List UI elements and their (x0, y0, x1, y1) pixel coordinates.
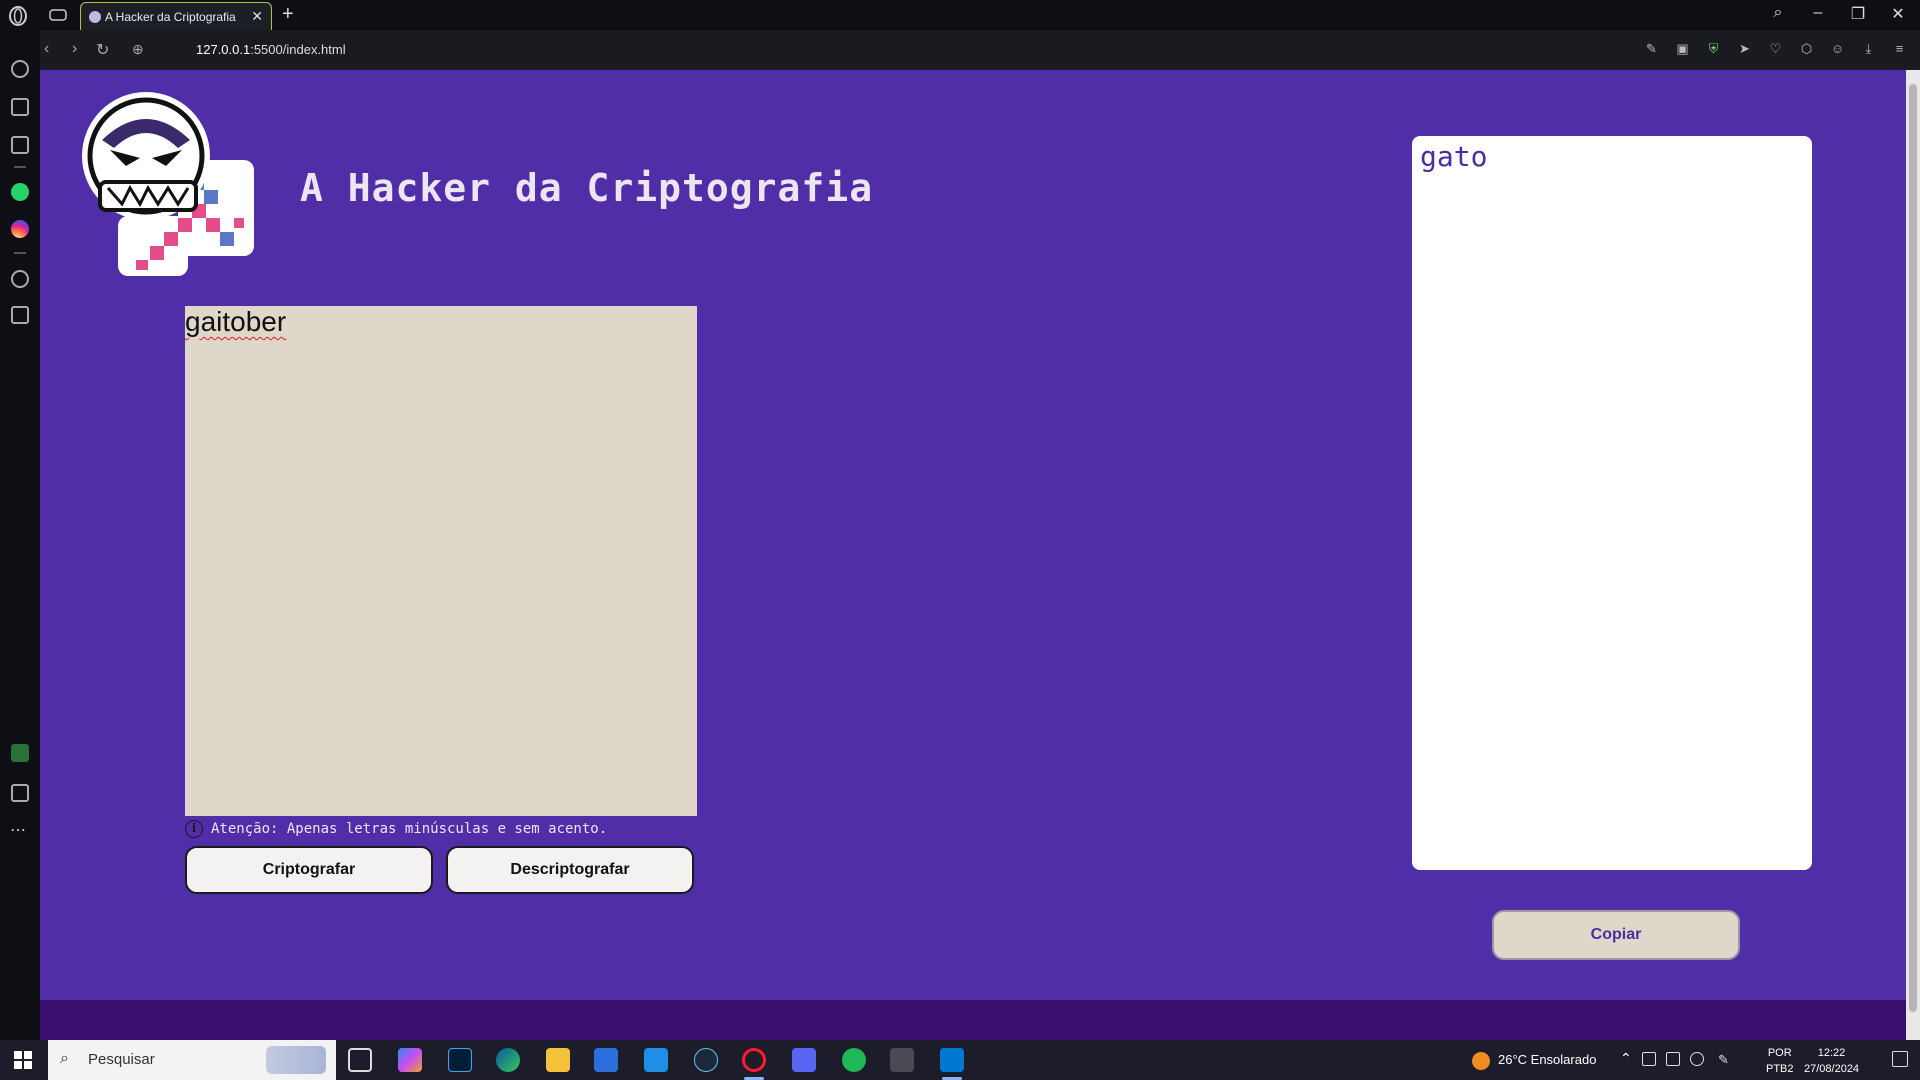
minimize-icon[interactable]: – (1810, 4, 1826, 24)
profile-icon[interactable]: ☺ (1829, 40, 1846, 57)
tab-close-icon[interactable]: ✕ (251, 8, 263, 25)
edit-icon[interactable]: ✎ (1643, 40, 1660, 57)
url-host: 127.0.0.1 (196, 42, 251, 57)
tab-favicon-icon (89, 11, 101, 23)
tab-islands-icon[interactable] (48, 6, 68, 24)
keyboard-layout: PTB2 (1766, 1063, 1794, 1075)
browser-tab-bar: A Hacker da Criptografia ✕ + ⌕ – ❐ ✕ (0, 0, 1920, 30)
opera-logo-icon[interactable] (8, 6, 28, 26)
message-textarea-value: gaitober (185, 306, 287, 337)
page-title: A Hacker da Criptografia (300, 166, 874, 210)
gallery-icon[interactable] (11, 784, 29, 802)
address-bar: ‹ › ↻ ⊕ 127.0.0.1:5500/index.html ✎ ▣ ⛨ … (40, 30, 1920, 70)
heart-icon[interactable]: ♡ (1767, 40, 1784, 57)
clock[interactable]: 12:22 27/08/2024 (1804, 1045, 1859, 1077)
browser-sidebar: ⋯ (0, 30, 40, 1040)
clock-time: 12:22 (1817, 1047, 1846, 1059)
back-icon[interactable]: ‹ (44, 40, 49, 58)
app-character-icon[interactable] (890, 1048, 914, 1072)
tray-chevron-icon[interactable]: ⌃ (1620, 1050, 1632, 1067)
file-explorer-icon[interactable] (546, 1048, 570, 1072)
restore-icon[interactable]: ❐ (1850, 4, 1866, 24)
active-tab[interactable]: A Hacker da Criptografia ✕ (80, 2, 272, 30)
system-tray: 26°C Ensolarado ⌃ ✎ POR PTB2 12:22 27/08… (1472, 1040, 1920, 1080)
weather-text[interactable]: 26°C Ensolarado (1498, 1052, 1596, 1067)
notifications-icon[interactable] (1892, 1051, 1908, 1067)
vpn-shield-icon[interactable]: ⛨ (1705, 40, 1722, 57)
output-panel: gato (1412, 136, 1812, 870)
vscode-icon[interactable] (940, 1048, 964, 1072)
more-dots-icon[interactable]: ⋯ (10, 820, 26, 840)
info-icon: i (185, 820, 203, 838)
camera-tray-icon[interactable] (1666, 1052, 1680, 1066)
volume-icon[interactable] (1690, 1052, 1704, 1066)
weather-sun-icon[interactable] (1472, 1052, 1490, 1070)
reload-icon[interactable]: ↻ (96, 40, 109, 60)
camera-icon[interactable]: ▣ (1674, 40, 1691, 57)
taskbar-search-placeholder: Pesquisar (88, 1051, 155, 1068)
send-icon[interactable]: ➤ (1736, 40, 1753, 57)
page-footer (40, 1000, 1906, 1040)
new-tab-plus-icon[interactable]: + (282, 3, 294, 26)
shopping-bag-icon[interactable] (11, 98, 29, 116)
speed-dial-icon[interactable] (11, 60, 29, 78)
taskbar-search[interactable]: ⌕ Pesquisar (48, 1040, 336, 1080)
message-textarea[interactable] (185, 306, 697, 816)
extensions-cube-icon[interactable] (11, 306, 29, 324)
task-view-icon[interactable] (348, 1048, 372, 1072)
page-viewport: A Hacker da Criptografia gaitober i Aten… (40, 70, 1906, 1040)
sidebar-divider (14, 166, 26, 168)
url-path: :5500/index.html (250, 42, 346, 57)
decrypt-button[interactable]: Descriptografar (446, 846, 694, 894)
download-icon[interactable]: ⤓ (1860, 40, 1877, 57)
scrollbar-thumb[interactable] (1909, 84, 1917, 1012)
language-indicator[interactable]: POR PTB2 (1766, 1045, 1794, 1077)
site-info-globe-icon[interactable]: ⊕ (132, 41, 144, 58)
spotify-icon[interactable] (842, 1048, 866, 1072)
address-bar-actions: ✎ ▣ ⛨ ➤ ♡ ⬡ ☺ ⤓ ≡ (1643, 40, 1908, 57)
history-clock-icon[interactable] (11, 270, 29, 288)
warning-text: Atenção: Apenas letras minúsculas e sem … (211, 821, 608, 837)
menu-icon[interactable]: ≡ (1891, 40, 1908, 57)
search-highlight-image (266, 1046, 326, 1074)
window-controls: ⌕ – ❐ ✕ (1770, 4, 1906, 24)
ai-icon[interactable] (11, 136, 29, 154)
windows-taskbar: ⌕ Pesquisar 26°C Ensolarado ⌃ ✎ POR PTB2… (0, 1040, 1920, 1080)
microsoft-store-icon[interactable] (594, 1048, 618, 1072)
tab-title: A Hacker da Criptografia (105, 10, 236, 24)
language-code: POR (1767, 1047, 1792, 1059)
hacker-logo (82, 92, 254, 276)
clock-date: 27/08/2024 (1804, 1063, 1860, 1075)
copy-button[interactable]: Copiar (1492, 910, 1740, 960)
copilot-icon[interactable] (398, 1048, 422, 1072)
sidebar-app-icon[interactable] (11, 744, 29, 762)
edge-icon[interactable] (496, 1048, 520, 1072)
page-scrollbar[interactable] (1906, 70, 1920, 1040)
pen-icon[interactable]: ✎ (1718, 1052, 1732, 1067)
photoshop-icon[interactable] (448, 1048, 472, 1072)
app-hexagon-icon[interactable] (792, 1048, 816, 1072)
output-text: gato (1420, 140, 1488, 173)
encrypt-button[interactable]: Criptografar (185, 846, 433, 894)
close-window-icon[interactable]: ✕ (1890, 4, 1906, 24)
search-tabs-icon[interactable]: ⌕ (1770, 4, 1786, 24)
instagram-icon[interactable] (11, 220, 29, 238)
search-icon: ⌕ (60, 1050, 69, 1067)
url-field[interactable]: 127.0.0.1:5500/index.html (196, 42, 346, 57)
steam-icon[interactable] (694, 1048, 718, 1072)
warning-note: i Atenção: Apenas letras minúsculas e se… (185, 820, 607, 838)
windows-start-icon[interactable] (14, 1051, 32, 1069)
network-icon[interactable] (1642, 1052, 1656, 1066)
forward-icon[interactable]: › (72, 40, 77, 58)
opera-taskbar-icon[interactable] (742, 1048, 766, 1072)
box-icon[interactable]: ⬡ (1798, 40, 1815, 57)
whatsapp-icon[interactable] (11, 183, 29, 201)
sidebar-divider (14, 252, 26, 254)
mail-icon[interactable] (644, 1048, 668, 1072)
